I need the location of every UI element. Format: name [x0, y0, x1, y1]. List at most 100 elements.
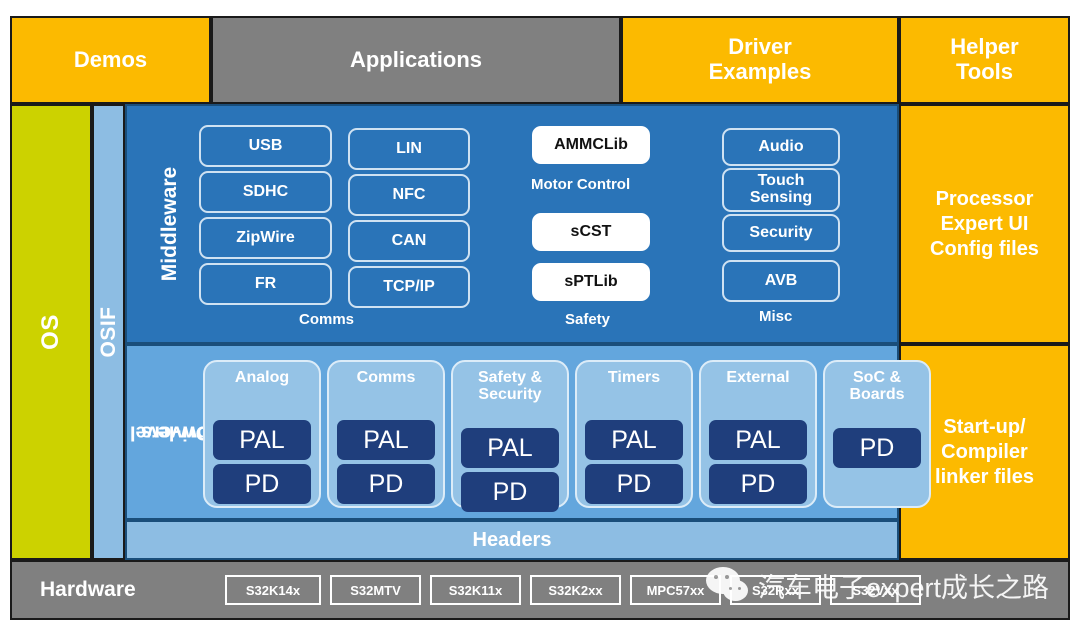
lld-timers-pd[interactable]: PD	[585, 464, 683, 504]
hw-chip-2[interactable]: S32K11x	[430, 575, 521, 605]
lld-external-pal[interactable]: PAL	[709, 420, 807, 460]
mw-chip-audio[interactable]: Audio	[722, 128, 840, 166]
mw-chip-avb[interactable]: AVB	[722, 260, 840, 302]
mw-chip-audio-label: Audio	[758, 137, 804, 155]
mw-chip-ammclib-label: AMMCLib	[554, 135, 628, 153]
pe-line2: Expert UI	[940, 212, 1029, 235]
mw-chip-tcpip[interactable]: TCP/IP	[348, 266, 470, 308]
top-row-applications-label: Applications	[349, 46, 482, 72]
lld-safety-pd-label: PD	[492, 477, 528, 506]
lld-safety-pal-label: PAL	[487, 433, 533, 462]
mw-chip-sptlib-label: sPTLib	[564, 272, 618, 290]
mw-chip-security-label: Security	[749, 223, 813, 241]
lld-group-timers-title: Timers	[577, 369, 691, 386]
top-row-applications[interactable]: Applications	[211, 16, 621, 104]
hw-chip-0[interactable]: S32K14x	[225, 575, 321, 605]
middleware-side-label: Middleware	[153, 106, 187, 342]
lld-group-analog[interactable]: Analog PAL PD	[203, 360, 321, 508]
mw-chip-zipwire[interactable]: ZipWire	[199, 217, 332, 259]
top-row-demos[interactable]: Demos	[10, 16, 211, 104]
lld-analog-pal[interactable]: PAL	[213, 420, 311, 460]
right-col-processor-expert[interactable]: Processor Expert UI Config files	[899, 104, 1070, 344]
timers-title-line1: Timers	[607, 369, 661, 386]
soc-title-line1: SoC &	[853, 369, 901, 386]
mw-chip-fr[interactable]: FR	[199, 263, 332, 305]
lld-side-label: Low-level Drivers	[129, 346, 220, 518]
hw-chip-1[interactable]: S32MTV	[330, 575, 421, 605]
helper-tools-line1: Helper	[950, 34, 1019, 60]
mw-chip-nfc[interactable]: NFC	[348, 174, 470, 216]
mw-chip-sptlib[interactable]: sPTLib	[532, 263, 650, 301]
mw-chip-ammclib[interactable]: AMMCLib	[532, 126, 650, 164]
mw-chip-fr-label: FR	[254, 274, 277, 292]
startup-compiler-label: Start-up/ Compiler linker files	[935, 415, 1034, 490]
mw-chip-security[interactable]: Security	[722, 214, 840, 252]
lld-comms-pal-label: PAL	[363, 425, 409, 454]
lld-timers-pal-label: PAL	[611, 425, 657, 454]
hw-chip-3[interactable]: S32K2xx	[530, 575, 621, 605]
lld-group-timers[interactable]: Timers PAL PD	[575, 360, 693, 508]
band-os-label: OS	[37, 314, 64, 350]
lld-soc-pd[interactable]: PD	[833, 428, 921, 468]
headers-bar[interactable]: Headers	[125, 520, 899, 560]
su-line2: Compiler	[941, 440, 1028, 463]
driver-examples-line1: Driver	[728, 34, 792, 60]
mw-chip-can[interactable]: CAN	[348, 220, 470, 262]
mw-chip-zipwire-label: ZipWire	[236, 228, 295, 246]
hw-chip-2-label: S32K11x	[448, 582, 503, 598]
band-osif[interactable]: OSIF	[92, 104, 125, 560]
mw-group-label-safety: Safety	[565, 311, 611, 328]
pe-line1: Processor	[935, 187, 1034, 210]
lld-group-safety-security[interactable]: Safety & Security PAL PD	[451, 360, 569, 512]
lld-comms-pal[interactable]: PAL	[337, 420, 435, 460]
mw-chip-touch-sensing[interactable]: Touch Sensing	[722, 168, 840, 212]
hw-chip-1-label: S32MTV	[350, 582, 401, 598]
mw-chip-avb-label: AVB	[764, 271, 798, 289]
middleware-side-label-text: Middleware	[158, 166, 181, 282]
hw-chip-3-label: S32K2xx	[548, 582, 603, 598]
lld-group-comms[interactable]: Comms PAL PD	[327, 360, 445, 508]
lld-soc-pd-label: PD	[859, 433, 895, 462]
hw-chip-6[interactable]: S32Vxx	[830, 575, 921, 605]
mw-chip-sdhc[interactable]: SDHC	[199, 171, 332, 213]
mw-chip-lin[interactable]: LIN	[348, 128, 470, 170]
safety-title-line2: Security	[478, 386, 542, 404]
hardware-label: Hardware	[40, 578, 136, 601]
lld-timers-pal[interactable]: PAL	[585, 420, 683, 460]
lld-group-external[interactable]: External PAL PD	[699, 360, 817, 508]
su-line1: Start-up/	[943, 415, 1026, 438]
middleware-panel: Middleware USB SDHC ZipWire FR LIN NFC C…	[125, 104, 899, 344]
pe-line3: Config files	[930, 237, 1039, 260]
safety-title-line1: Safety &	[477, 369, 543, 386]
lld-comms-pd[interactable]: PD	[337, 464, 435, 504]
lld-analog-pd-label: PD	[244, 469, 280, 498]
lld-external-pd[interactable]: PD	[709, 464, 807, 504]
lld-group-soc-boards-title: SoC & Boards	[825, 369, 929, 404]
band-os[interactable]: OS	[10, 104, 92, 560]
mw-chip-usb[interactable]: USB	[199, 125, 332, 167]
mw-chip-nfc-label: NFC	[392, 185, 426, 203]
su-line3: linker files	[935, 465, 1034, 488]
mw-chip-touch-line2: Sensing	[749, 189, 813, 206]
top-row-driver-examples[interactable]: Driver Examples	[621, 16, 899, 104]
lld-timers-pd-label: PD	[616, 469, 652, 498]
hw-chip-5[interactable]: S32Rxx	[730, 575, 821, 605]
lld-side-line2: Drivers	[140, 421, 210, 444]
mw-chip-sdhc-label: SDHC	[242, 182, 289, 200]
lld-group-safety-security-title: Safety & Security	[453, 369, 567, 404]
band-osif-label: OSIF	[96, 306, 120, 358]
lld-group-comms-title: Comms	[329, 369, 443, 386]
mw-group-label-misc: Misc	[759, 308, 793, 325]
lld-group-soc-boards[interactable]: SoC & Boards PD	[823, 360, 931, 508]
lld-analog-pd[interactable]: PD	[213, 464, 311, 504]
mw-chip-scst-label: sCST	[570, 222, 612, 240]
lld-safety-pal[interactable]: PAL	[461, 428, 559, 468]
hw-chip-4[interactable]: MPC57xx	[630, 575, 721, 605]
external-title-line1: External	[726, 369, 790, 386]
lld-external-pd-label: PD	[740, 469, 776, 498]
lld-safety-pd[interactable]: PD	[461, 472, 559, 512]
top-row-helper-tools[interactable]: Helper Tools	[899, 16, 1070, 104]
mw-chip-scst[interactable]: sCST	[532, 213, 650, 251]
top-row-driver-examples-label: Driver Examples	[709, 35, 812, 84]
comms-title-line1: Comms	[356, 369, 416, 386]
